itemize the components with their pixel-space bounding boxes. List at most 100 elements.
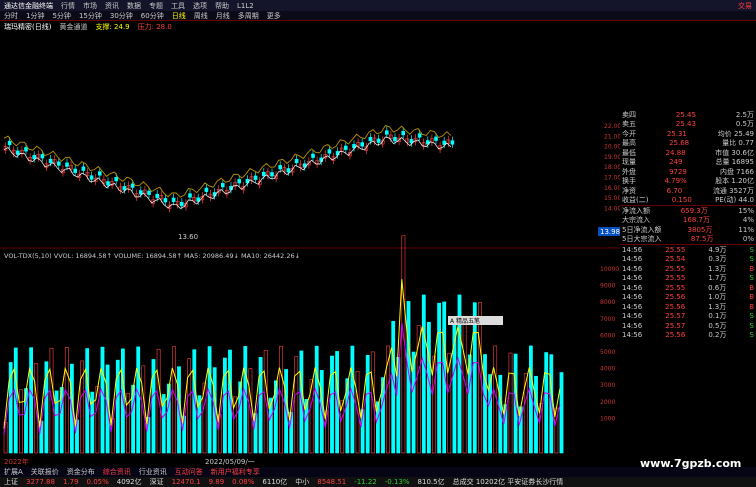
volume-bar <box>172 346 176 454</box>
watermark: www.7gpzb.com <box>640 457 742 470</box>
candle <box>286 168 291 173</box>
tick-row: 14:56 25.56 1.0万 B <box>622 293 754 302</box>
period-tab[interactable]: 60分钟 <box>137 11 168 20</box>
candle <box>130 183 135 188</box>
menu-item[interactable]: 帮助 <box>211 1 233 11</box>
candle <box>393 137 397 142</box>
candle <box>368 137 373 142</box>
tab-item[interactable]: 行业资讯 <box>135 467 171 477</box>
low-mark: 13.60 <box>178 233 198 241</box>
price-label: 13.98 <box>600 228 620 236</box>
quote-row: 现量 249 总量 16895 <box>622 158 754 167</box>
flow-row: 5日大宗流入 87.5万 0% <box>622 235 754 244</box>
tick-row: 14:56 25.55 4.9万 S <box>622 245 754 254</box>
period-tab[interactable]: 15分钟 <box>75 11 106 20</box>
volume-header: VOL-TDX(5,10) VVOL: 16894.58↑ VOLUME: 16… <box>4 252 300 260</box>
volume-bar <box>350 345 355 454</box>
period-tab[interactable]: 30分钟 <box>106 11 137 20</box>
volume-bar <box>421 294 426 454</box>
period-tab[interactable]: 5分钟 <box>48 11 74 20</box>
volume-tick: 3000 <box>600 382 615 389</box>
candle <box>147 190 151 195</box>
price-tick: 17.00 <box>604 175 620 182</box>
kline-chart[interactable]: 22.00 21.00 20.00 19.00 18.00 17.00 16.00 15.00… <box>0 33 620 473</box>
quote-row: 收益(二) 0.150 PE(动) 44.0 <box>622 196 754 205</box>
price-tick: 22.00 <box>604 123 620 130</box>
candle <box>221 183 225 188</box>
tab-item[interactable]: 互动问答 <box>171 467 207 477</box>
candle <box>7 140 12 146</box>
candle <box>98 171 102 176</box>
tab-item[interactable]: 关联报价 <box>27 467 63 477</box>
trade-button[interactable]: 交易 <box>734 1 756 11</box>
candle <box>450 140 455 145</box>
candle <box>106 181 110 186</box>
tab-item[interactable]: 新用户福利专享 <box>207 467 264 477</box>
period-tab[interactable]: 多周期 <box>234 11 263 20</box>
flow-row: 净流入额 659.3万 15% <box>622 206 754 215</box>
menu-item[interactable]: L1L2 <box>233 2 258 10</box>
candle <box>188 193 192 198</box>
candle <box>163 198 168 203</box>
period-tab[interactable]: 分时 <box>0 11 22 20</box>
pattern-tag[interactable]: A 精品五笔 <box>450 317 480 325</box>
candle <box>65 162 69 167</box>
candle <box>376 138 381 143</box>
candle <box>360 142 365 147</box>
volume-bar <box>365 355 370 454</box>
candle <box>294 158 299 164</box>
quote-row: 换手 4.79% 股本 1.20亿 <box>622 177 754 186</box>
tab-item[interactable]: 扩展A <box>0 467 27 477</box>
price-tick: 14.00 <box>604 205 620 212</box>
menu-item[interactable]: 数据 <box>123 1 145 11</box>
status-field: -11.22 <box>354 478 377 486</box>
menu-item[interactable]: 专题 <box>145 1 167 11</box>
period-bar: 分时 1分钟 5分钟 15分钟 30分钟 60分钟 日线 周线 月线 多周期 更… <box>0 11 756 21</box>
resist-value: 压力: 28.0 <box>137 23 172 31</box>
candle <box>24 147 28 152</box>
period-tab[interactable]: 更多 <box>263 11 285 20</box>
menu-item[interactable]: 行情 <box>57 1 79 11</box>
tick-row: 14:56 25.57 0.5万 S <box>622 321 754 330</box>
tab-item[interactable]: 综合资讯 <box>99 467 135 477</box>
candle <box>204 187 209 192</box>
candle <box>171 197 176 202</box>
indicator-bar: 瑞玛精密(日线) 黄金通道 支撑: 24.9 压力: 28.0 <box>0 22 756 32</box>
menu-item[interactable]: 市场 <box>79 1 101 11</box>
volume-bar <box>223 357 227 454</box>
tab-item[interactable]: 资金分布 <box>63 467 99 477</box>
menu-item[interactable]: 工具 <box>167 1 189 11</box>
volume-tick: 4000 <box>600 366 615 373</box>
period-tab-active[interactable]: 日线 <box>168 11 190 20</box>
tick-row: 14:56 25.54 0.3万 S <box>622 255 754 264</box>
volume-tick: 7000 <box>600 316 615 323</box>
status-field: 9.89 <box>208 478 225 486</box>
volume-tick: 1000 <box>600 415 615 422</box>
tick-row: 14:56 25.55 1.3万 B <box>622 264 754 273</box>
period-tab[interactable]: 月线 <box>212 11 234 20</box>
quote-row: 最高 25.68 量比 0.77 <box>622 139 754 148</box>
price-tick: 18.00 <box>604 164 620 171</box>
volume-bar <box>426 321 431 454</box>
candle <box>114 177 118 182</box>
candle <box>40 154 45 159</box>
candle <box>32 155 37 160</box>
candle <box>180 201 184 207</box>
candle <box>155 193 159 199</box>
candle <box>48 158 53 164</box>
flow-row: 5日净流入额 3805万 11% <box>622 225 754 234</box>
status-field: 3277.88 <box>26 478 55 486</box>
menu-item[interactable]: 资讯 <box>101 1 123 11</box>
candle <box>311 153 315 158</box>
candle <box>270 172 274 177</box>
candle <box>261 171 266 177</box>
menu-item[interactable]: 选项 <box>189 1 211 11</box>
period-tab[interactable]: 1分钟 <box>22 11 48 20</box>
candle <box>56 161 61 166</box>
period-tab[interactable]: 周线 <box>190 11 212 20</box>
status-field: 810.5亿 <box>417 478 445 486</box>
candle <box>73 168 77 173</box>
indicator-name[interactable]: 黄金通道 <box>55 22 91 32</box>
tick-row: 14:56 25.55 1.7万 S <box>622 274 754 283</box>
candle <box>15 150 20 155</box>
